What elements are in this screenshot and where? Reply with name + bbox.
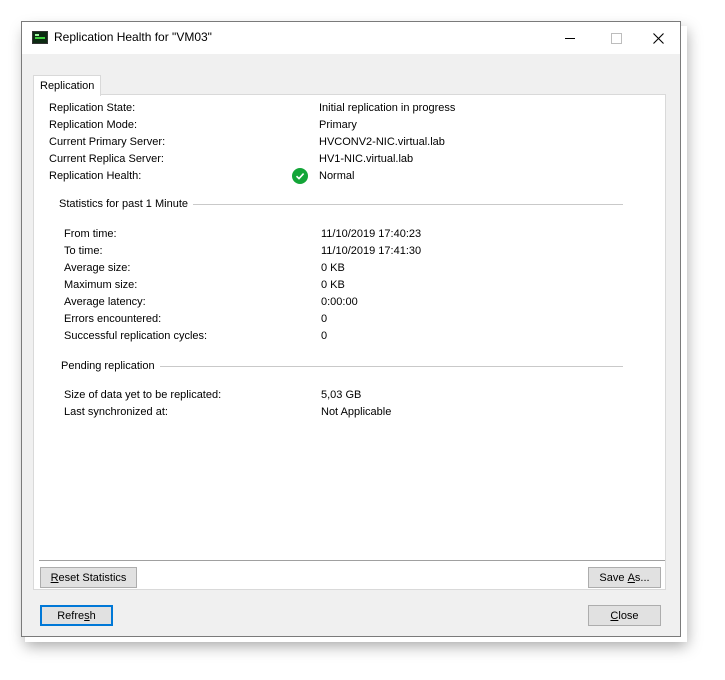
successful-cycles-label: Successful replication cycles:	[64, 330, 208, 342]
average-size-label: Average size:	[64, 262, 131, 274]
replication-mode-value: Primary	[319, 119, 357, 131]
errors-encountered-label: Errors encountered:	[64, 313, 162, 325]
maximum-size-label: Maximum size:	[64, 279, 138, 291]
hyperv-vm-icon	[32, 31, 48, 44]
save-as-button[interactable]: Save As...	[588, 567, 661, 588]
replication-tab-panel: Replication State: Initial replication i…	[33, 94, 666, 590]
minimize-button[interactable]	[547, 22, 593, 54]
data-to-replicate-value: 5,03 GB	[321, 389, 362, 401]
replication-health-value: Normal	[319, 170, 355, 182]
statistics-group-title: Statistics for past 1 Minute	[59, 197, 193, 211]
errors-encountered-value: 0	[321, 313, 328, 325]
from-time-value: 11/10/2019 17:40:23	[321, 228, 422, 240]
minimize-icon	[565, 37, 575, 39]
window-title: Replication Health for "VM03"	[54, 30, 212, 44]
replication-state-value: Initial replication in progress	[319, 102, 456, 114]
last-synchronized-label: Last synchronized at:	[64, 406, 168, 418]
save-label-mnemonic: A	[627, 571, 635, 584]
primary-server-label: Current Primary Server:	[49, 136, 166, 148]
close-label-mnemonic: C	[610, 609, 619, 622]
successful-cycles-value: 0	[321, 330, 328, 342]
from-time-label: From time:	[64, 228, 117, 240]
replication-health-dialog: Replication Health for "VM03" Replicatio…	[21, 21, 681, 637]
refresh-label-post: h	[89, 609, 96, 622]
average-latency-value: 0:00:00	[321, 296, 358, 308]
close-label-post: lose	[618, 609, 639, 622]
pending-group-title: Pending replication	[61, 359, 160, 373]
to-time-value: 11/10/2019 17:41:30	[321, 245, 422, 257]
save-label-post: s...	[634, 571, 650, 584]
replication-state-label: Replication State:	[49, 102, 136, 114]
close-button[interactable]: Close	[588, 605, 661, 626]
check-circle-icon	[292, 168, 308, 184]
title-bar[interactable]: Replication Health for "VM03"	[22, 22, 680, 54]
save-label-pre: Save	[599, 571, 628, 584]
maximize-icon	[610, 32, 622, 44]
refresh-label-pre: Refre	[57, 609, 85, 622]
tab-replication[interactable]: Replication	[33, 75, 102, 96]
maximize-button[interactable]	[593, 22, 639, 54]
to-time-label: To time:	[64, 245, 103, 257]
close-icon	[652, 32, 664, 44]
average-latency-label: Average latency:	[64, 296, 146, 308]
primary-server-value: HVCONV2-NIC.virtual.lab	[319, 136, 445, 148]
buttons-separator	[39, 560, 665, 561]
reset-label-mnemonic: R	[50, 571, 59, 584]
reset-label-post: eset Statistics	[58, 571, 127, 584]
average-size-value: 0 KB	[321, 262, 345, 274]
close-window-button[interactable]	[635, 22, 681, 54]
last-synchronized-value: Not Applicable	[321, 406, 392, 418]
reset-statistics-button[interactable]: Reset Statistics	[40, 567, 137, 588]
replica-server-label: Current Replica Server:	[49, 153, 164, 165]
data-to-replicate-label: Size of data yet to be replicated:	[64, 389, 222, 401]
replica-server-value: HV1-NIC.virtual.lab	[319, 153, 414, 165]
refresh-button[interactable]: Refre s h	[40, 605, 113, 626]
replication-mode-label: Replication Mode:	[49, 119, 138, 131]
maximum-size-value: 0 KB	[321, 279, 345, 291]
